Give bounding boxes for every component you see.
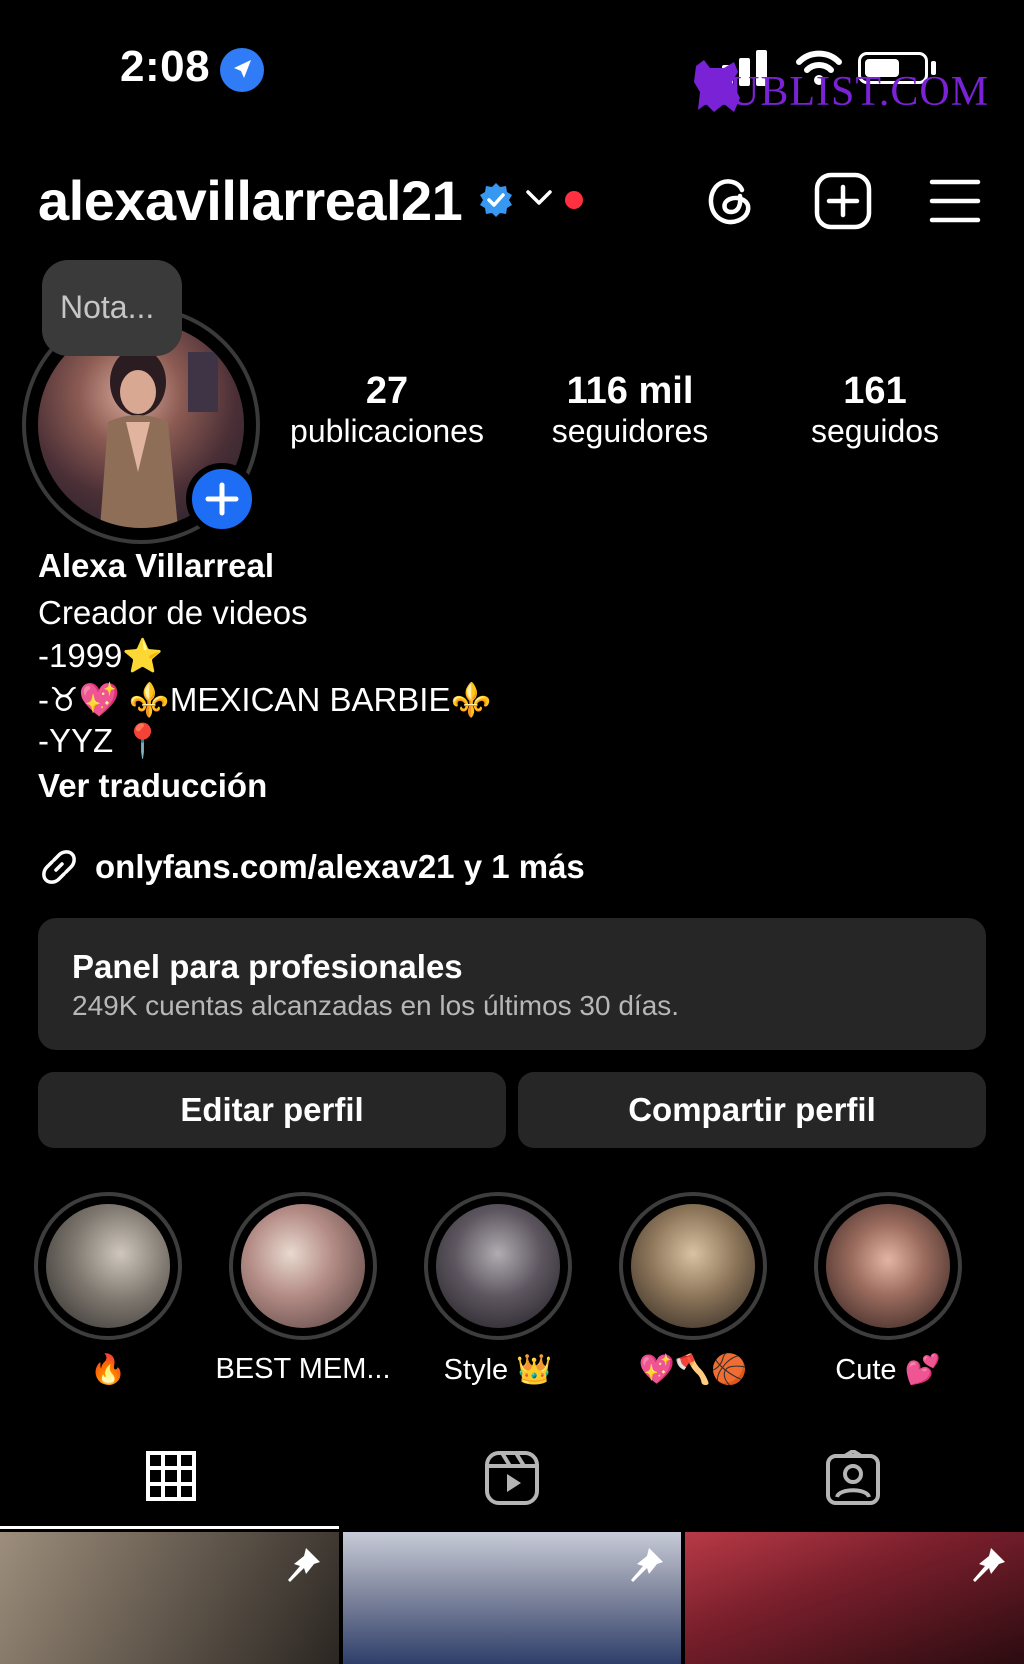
add-story-button[interactable] bbox=[186, 463, 258, 535]
highlight-label: Cute 💕 bbox=[835, 1354, 941, 1386]
new-post-button[interactable] bbox=[814, 172, 872, 230]
stat-followers-label: seguidores bbox=[551, 413, 709, 449]
highlight-label: 🔥 bbox=[89, 1354, 127, 1386]
highlight-label: Style 👑 bbox=[443, 1354, 553, 1386]
highlight-cover bbox=[46, 1204, 170, 1328]
stat-followers[interactable]: 116 mil seguidores bbox=[525, 370, 735, 450]
post-thumbnail[interactable] bbox=[343, 1532, 681, 1664]
stat-following[interactable]: 161 seguidos bbox=[785, 370, 965, 450]
highlight-cover bbox=[631, 1204, 755, 1328]
stat-posts[interactable]: 27 publicaciones bbox=[272, 370, 502, 450]
threads-icon[interactable] bbox=[700, 170, 760, 230]
highlight-label: 💖🪓🏀 bbox=[638, 1354, 748, 1386]
chevron-down-icon[interactable] bbox=[525, 188, 553, 208]
bio-line: -♉💖 ⚜️MEXICAN BARBIE⚜️ bbox=[38, 681, 492, 718]
pin-icon bbox=[973, 1548, 1005, 1582]
menu-hamburger-icon[interactable] bbox=[928, 176, 982, 226]
watermark-text: RUBLIST.COM bbox=[700, 69, 990, 115]
bio-line: -YYZ 📍 bbox=[38, 722, 164, 759]
dashboard-subtitle: 249K cuentas alcanzadas en los últimos 3… bbox=[72, 990, 680, 1021]
stat-posts-label: publicaciones bbox=[290, 413, 484, 449]
dashboard-title: Panel para profesionales bbox=[72, 948, 463, 985]
bio-line: -1999⭐ bbox=[38, 637, 164, 674]
location-arrow-icon bbox=[220, 48, 264, 92]
edit-profile-button[interactable]: Editar perfil bbox=[38, 1072, 506, 1148]
highlight-cover bbox=[826, 1204, 950, 1328]
profile-display-name: Alexa Villarreal bbox=[38, 547, 275, 584]
highlight-cover bbox=[241, 1204, 365, 1328]
highlight-cover bbox=[436, 1204, 560, 1328]
status-time: 2:08 bbox=[120, 42, 211, 91]
stat-following-count: 161 bbox=[843, 370, 907, 412]
reels-icon[interactable] bbox=[484, 1450, 540, 1506]
profile-link[interactable]: onlyfans.com/alexav21 y 1 más bbox=[95, 848, 585, 886]
highlight-label: BEST MEM... bbox=[215, 1353, 391, 1385]
pin-icon bbox=[288, 1548, 320, 1582]
see-translation-link[interactable]: Ver traducción bbox=[38, 767, 267, 805]
pin-icon bbox=[631, 1548, 663, 1582]
verified-badge-icon bbox=[480, 183, 512, 217]
profile-category: Creador de videos bbox=[38, 594, 308, 631]
grid-icon[interactable] bbox=[145, 1450, 197, 1502]
active-tab-indicator bbox=[0, 1526, 339, 1529]
profile-username[interactable]: alexavillarreal21 bbox=[38, 168, 463, 233]
link-icon bbox=[42, 850, 76, 884]
stat-following-label: seguidos bbox=[810, 413, 940, 449]
stat-posts-count: 27 bbox=[365, 370, 409, 412]
notification-dot bbox=[565, 191, 583, 209]
post-thumbnail[interactable] bbox=[0, 1532, 339, 1664]
share-profile-button[interactable]: Compartir perfil bbox=[518, 1072, 986, 1148]
post-thumbnail[interactable] bbox=[685, 1532, 1024, 1664]
tagged-icon[interactable] bbox=[825, 1450, 881, 1506]
stat-followers-count: 116 mil bbox=[566, 370, 694, 412]
note-placeholder: Nota... bbox=[60, 289, 155, 325]
